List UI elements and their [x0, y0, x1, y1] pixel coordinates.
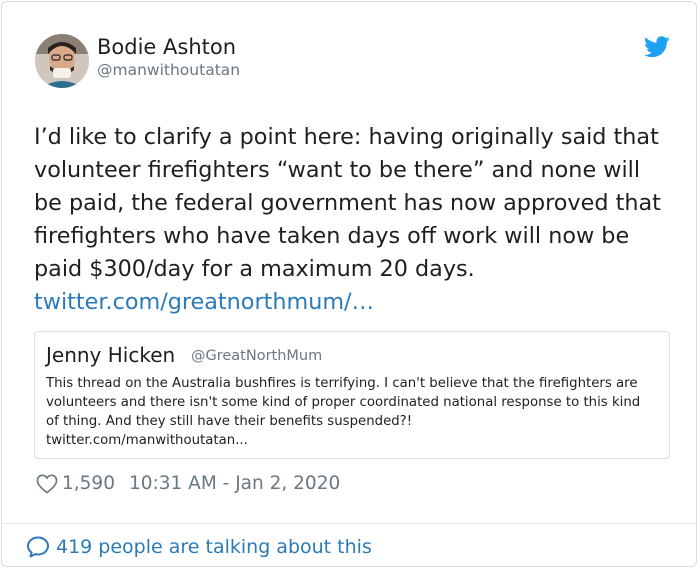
- heart-icon[interactable]: [36, 474, 58, 494]
- quoted-text: This thread on the Australia bushfires i…: [46, 374, 656, 450]
- avatar-image: [35, 34, 89, 88]
- quoted-link[interactable]: twitter.com/manwithoutatan...: [46, 433, 248, 448]
- tweet-card: Bodie Ashton @manwithoutatan I’d like to…: [1, 1, 697, 567]
- twitter-bird-icon[interactable]: [644, 36, 670, 58]
- speech-bubble-icon: [27, 536, 49, 558]
- quoted-author-name[interactable]: Jenny Hicken: [46, 342, 175, 368]
- tweet-meta: 1,590 10:31 AM - Jan 2, 2020: [36, 472, 340, 496]
- avatar[interactable]: [35, 34, 89, 88]
- quoted-tweet[interactable]: Jenny Hicken @GreatNorthMum This thread …: [34, 331, 670, 459]
- conversation-label: 419 people are talking about this: [56, 536, 372, 558]
- author-name[interactable]: Bodie Ashton: [97, 34, 236, 60]
- tweet-text: I’d like to clarify a point here: having…: [34, 121, 674, 319]
- author-handle[interactable]: @manwithoutatan: [97, 60, 240, 80]
- timestamp[interactable]: 10:31 AM - Jan 2, 2020: [129, 472, 340, 496]
- tweet-body: I’d like to clarify a point here: having…: [34, 124, 661, 282]
- quoted-author-handle[interactable]: @GreatNorthMum: [191, 346, 322, 366]
- divider: [2, 523, 696, 524]
- tweet-link[interactable]: twitter.com/greatnorthmum/…: [34, 289, 374, 315]
- conversation-link[interactable]: 419 people are talking about this: [26, 534, 372, 560]
- like-count[interactable]: 1,590: [62, 472, 115, 496]
- quoted-body: This thread on the Australia bushfires i…: [46, 376, 641, 429]
